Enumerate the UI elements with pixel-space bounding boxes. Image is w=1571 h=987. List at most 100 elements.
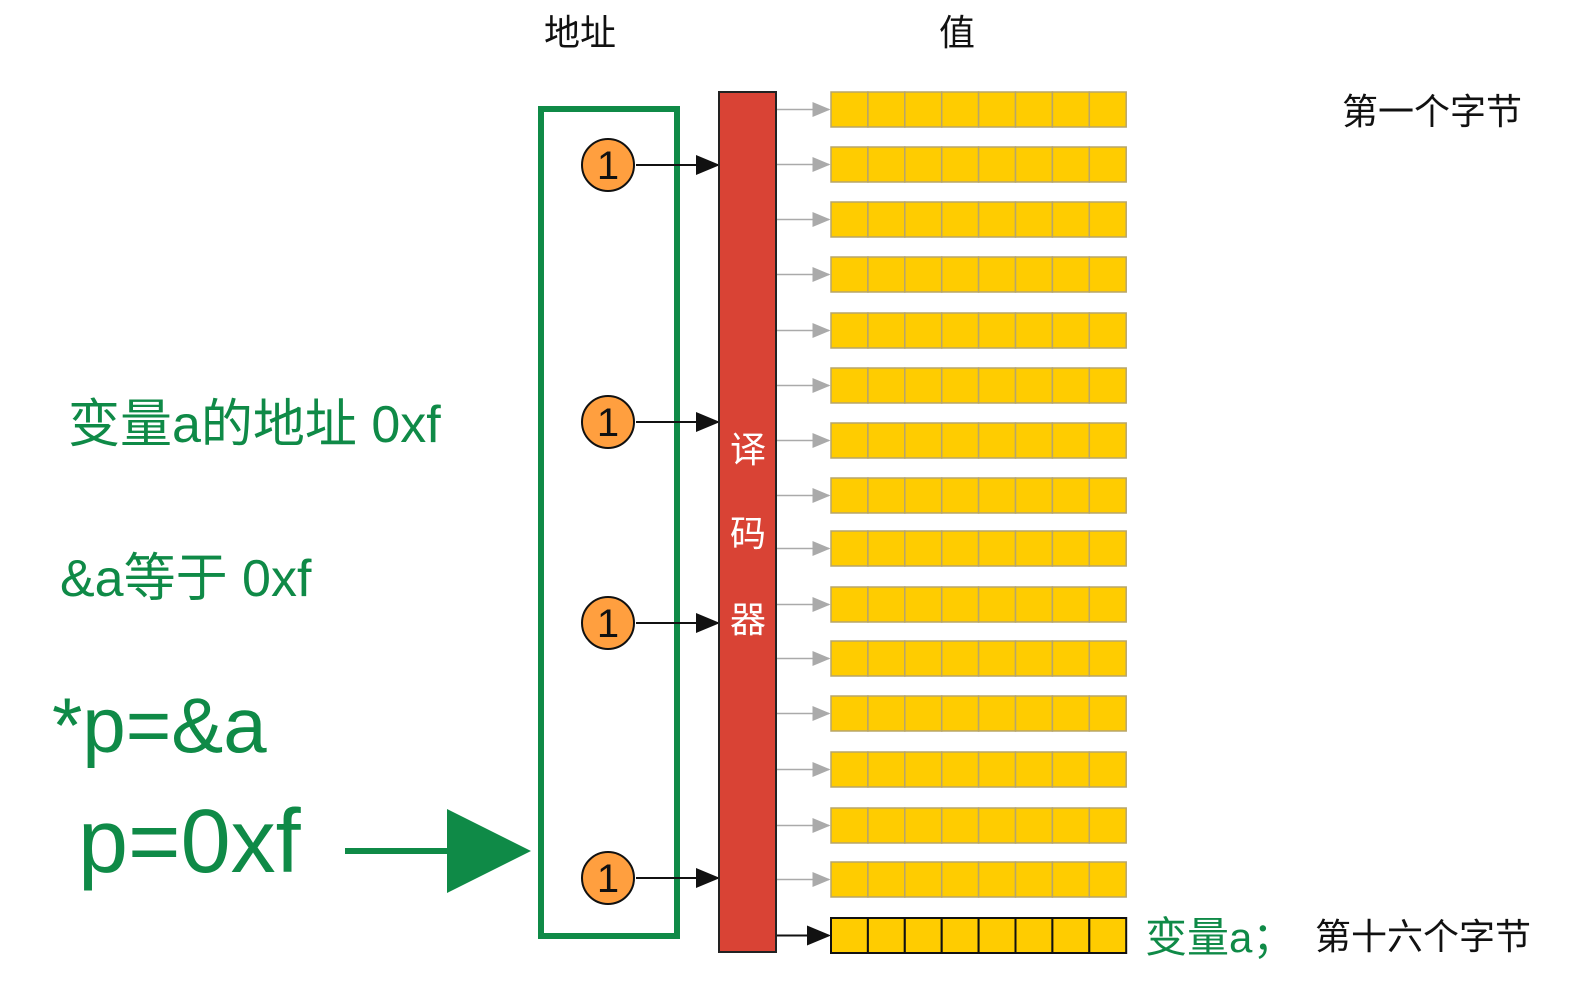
memory-bit-cell <box>830 586 869 623</box>
memory-bit-cell <box>867 640 906 677</box>
address-register-box <box>538 106 680 939</box>
memory-bit-cell <box>1088 861 1127 898</box>
memory-bit-cell <box>904 146 943 183</box>
memory-bit-cell <box>940 312 980 349</box>
memory-row <box>830 91 1127 128</box>
memory-bit-cell <box>977 807 1017 844</box>
memory-bit-cell <box>830 312 869 349</box>
memory-bit-cell <box>940 751 980 788</box>
memory-row <box>830 586 1127 623</box>
memory-bit-cell <box>1051 640 1091 677</box>
value-header: 值 <box>939 12 975 53</box>
memory-bit-cell <box>1014 477 1054 514</box>
memory-row <box>830 751 1127 788</box>
memory-bit-cell <box>830 201 869 238</box>
memory-bit-cell <box>1088 367 1127 404</box>
memory-bit-cell <box>1051 586 1091 623</box>
variable-a-label: 变量a； <box>1145 914 1294 961</box>
memory-bit-cell <box>977 917 1017 954</box>
memory-bit-cell <box>977 477 1017 514</box>
memory-bit-cell <box>1051 530 1091 567</box>
memory-bit-cell <box>1088 807 1127 844</box>
memory-bit-cell <box>830 807 869 844</box>
memory-bit-cell <box>1088 256 1127 293</box>
memory-bit-cell <box>1014 91 1054 128</box>
decoder-label-3: 器 <box>730 599 766 640</box>
memory-bit-cell <box>904 586 943 623</box>
memory-bit-cell <box>977 146 1017 183</box>
memory-bit-cell <box>1088 640 1127 677</box>
memory-row <box>830 312 1127 349</box>
memory-bit-cell <box>904 807 943 844</box>
memory-bit-cell <box>1051 917 1091 954</box>
memory-row <box>830 201 1127 238</box>
address-bit-group: 1 1 1 1 <box>581 138 720 905</box>
memory-bit-cell <box>867 91 906 128</box>
address-bit-value: 1 <box>597 144 619 188</box>
memory-bit-cell <box>940 201 980 238</box>
memory-bit-cell <box>830 146 869 183</box>
memory-bit-cell <box>1014 201 1054 238</box>
memory-bit-cell <box>977 695 1017 732</box>
memory-bit-cell <box>867 530 906 567</box>
memory-bit-cell <box>867 751 906 788</box>
memory-bit-cell <box>867 477 906 514</box>
memory-bit-cell <box>1051 146 1091 183</box>
memory-row-group <box>777 91 1128 954</box>
memory-bit-cell <box>830 695 869 732</box>
memory-bit-cell <box>867 312 906 349</box>
memory-bit-cell <box>1014 530 1054 567</box>
memory-bit-cell <box>940 367 980 404</box>
memory-bit-cell <box>940 586 980 623</box>
memory-bit-cell <box>977 861 1017 898</box>
memory-bit-cell <box>1088 695 1127 732</box>
memory-row <box>830 530 1127 567</box>
memory-addressing-diagram: 地址 值 1 1 1 1 译 码 器 第一个字节 变量a； 第十六个字节 变量a的地址… <box>0 0 1571 987</box>
memory-bit-cell <box>867 422 906 459</box>
memory-bit-cell <box>940 477 980 514</box>
memory-bit-cell <box>1014 640 1054 677</box>
memory-bit-cell <box>1014 422 1054 459</box>
memory-bit-cell <box>1088 201 1127 238</box>
memory-bit-cell <box>867 807 906 844</box>
memory-bit-cell <box>1051 367 1091 404</box>
memory-row <box>830 146 1127 183</box>
memory-bit-cell <box>904 367 943 404</box>
memory-bit-cell <box>904 477 943 514</box>
memory-bit-cell <box>830 477 869 514</box>
memory-bit-cell <box>977 422 1017 459</box>
memory-bit-cell <box>1088 586 1127 623</box>
memory-bit-cell <box>1088 477 1127 514</box>
memory-bit-cell <box>1014 586 1054 623</box>
memory-bit-cell <box>1014 861 1054 898</box>
memory-bit-cell <box>830 367 869 404</box>
memory-bit-cell <box>940 91 980 128</box>
memory-bit-cell <box>830 917 869 954</box>
memory-bit-cell <box>904 695 943 732</box>
memory-bit-cell <box>904 201 943 238</box>
memory-bit-cell <box>1051 256 1091 293</box>
sixteenth-byte-label: 第十六个字节 <box>1315 916 1531 957</box>
memory-bit-cell <box>1014 917 1054 954</box>
memory-bit-cell <box>977 256 1017 293</box>
memory-bit-cell <box>1051 751 1091 788</box>
memory-bit-cell <box>830 751 869 788</box>
memory-bit-cell <box>977 530 1017 567</box>
memory-bit-cell <box>940 256 980 293</box>
memory-bit-cell <box>1088 751 1127 788</box>
memory-bit-cell <box>867 586 906 623</box>
memory-bit-cell <box>1014 695 1054 732</box>
memory-bit-cell <box>1051 312 1091 349</box>
memory-bit-cell <box>940 695 980 732</box>
ampersand-a-note: &a等于 0xf <box>60 550 312 608</box>
address-header: 地址 <box>544 12 616 53</box>
memory-bit-cell <box>867 256 906 293</box>
memory-bit-cell <box>904 422 943 459</box>
memory-bit-cell <box>940 640 980 677</box>
memory-bit-cell <box>1088 91 1127 128</box>
pointer-declaration-note: *p=&a <box>52 681 267 769</box>
address-bit-value: 1 <box>597 401 619 445</box>
memory-bit-cell <box>1051 201 1091 238</box>
memory-bit-cell <box>977 640 1017 677</box>
memory-bit-cell <box>940 861 980 898</box>
